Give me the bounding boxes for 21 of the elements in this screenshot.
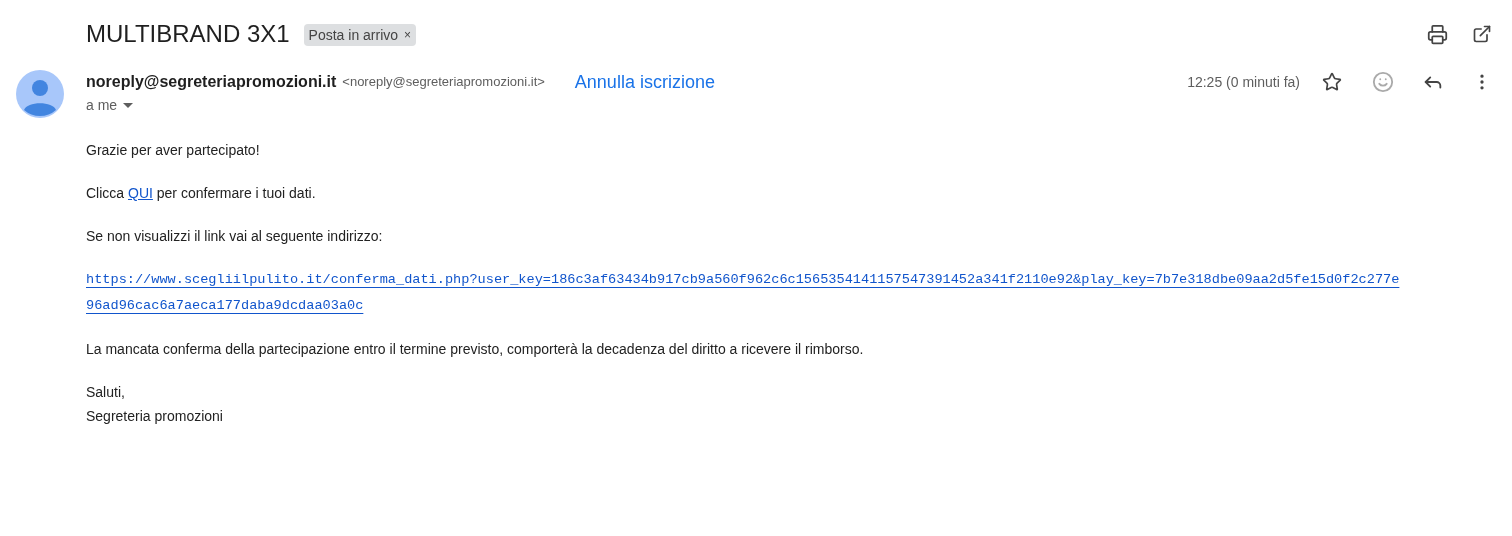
print-icon[interactable] [1427,23,1448,45]
dropdown-caret-icon[interactable] [123,102,134,109]
confirmation-url-link[interactable]: https://www.scegliilpulito.it/conferma_dati.php?user_key=186c3af63434b917cb9a560f962c6c1565354141157547391452a341f2110e92&play_key=7b7e318dbe09aa2d5fe15d0f2c277e 96ad96cac6a7aeca177daba9dcdaa03a0c [86,267,1512,319]
sender-address: <noreply@segreteriapromozioni.it> [342,73,545,92]
email-time: 12:25 (0 minuti fa) [1187,72,1300,92]
unsubscribe-link[interactable]: Annulla iscrizione [574,68,715,96]
warning-text: La mancata conferma della partecipazione entro il termine previsto, comporterà la decadenza del diritto a ricevere il rimborso. [86,340,865,359]
sender-name: noreply@segreteriapromozioni.it [86,72,337,92]
inbox-label[interactable]: Posta in arrivo × [303,24,417,46]
greeting-text: Grazie per aver partecipato! [86,141,261,160]
star-icon[interactable] [1322,72,1342,92]
email-subject: MULTIBRAND 3X1 [86,19,290,49]
recipient-text: a me [86,96,118,115]
signoff-text: Saluti, Segreteria promozioni [86,383,224,426]
avatar-icon [16,70,64,118]
label-text: Posta in arrivo [308,25,399,45]
confirm-text: Clicca QUI per confermare i tuoi dati. [86,184,317,203]
confirm-link[interactable]: QUI [128,185,153,201]
fallback-text: Se non visualizzi il link vai al seguente indirizzo: [86,227,384,246]
remove-label-button[interactable]: × [404,26,412,44]
open-in-new-window-icon[interactable] [1472,24,1492,44]
